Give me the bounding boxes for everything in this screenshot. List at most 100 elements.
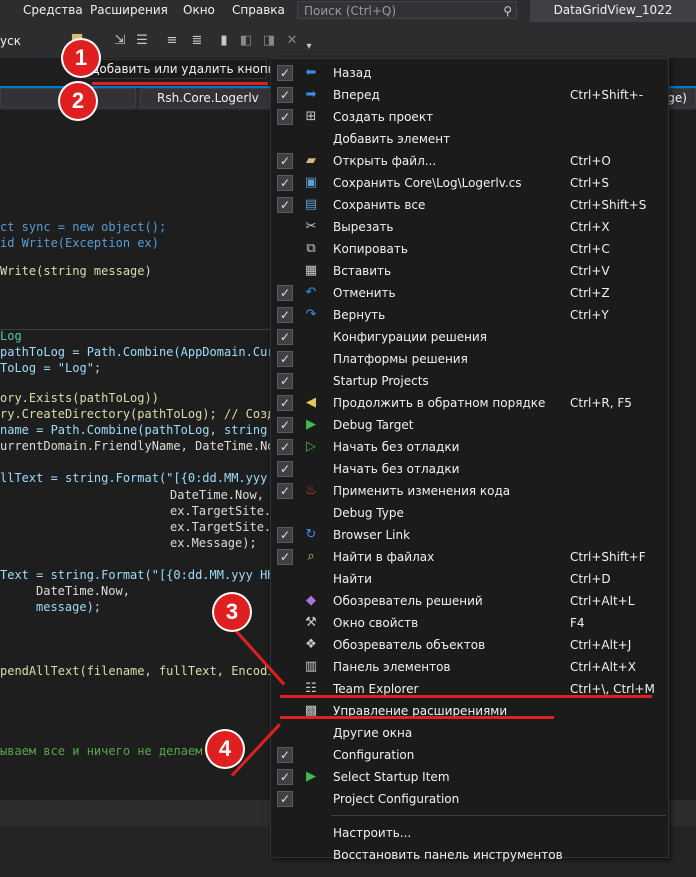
menu-item-label: Browser Link <box>333 528 411 542</box>
menu-item-label: Project Configuration <box>333 792 460 806</box>
checkbox-checked-icon[interactable]: ✓ <box>277 307 293 323</box>
bookmark-icon[interactable]: ▮ <box>217 34 231 48</box>
clear-bookmark-icon[interactable]: ✕ <box>285 34 299 48</box>
checkbox-checked-icon[interactable]: ✓ <box>277 395 293 411</box>
search-input[interactable]: Поиск (Ctrl+Q) ⚲ <box>297 1 517 19</box>
checkbox-checked-icon[interactable]: ✓ <box>277 373 293 389</box>
checkbox-checked-icon[interactable]: ✓ <box>277 109 293 125</box>
menu-item[interactable]: ⧉ Копировать Ctrl+C <box>271 238 668 260</box>
code-line: urrentDomain.FriendlyName, DateTime.Now <box>0 439 282 453</box>
menu-tools[interactable]: Средства <box>23 3 83 17</box>
menu-item[interactable]: ❖ Обозреватель объектов Ctrl+Alt+J <box>271 634 668 656</box>
menu-item[interactable]: ▦ Вставить Ctrl+V <box>271 260 668 282</box>
menu-item[interactable]: ✓ ➡ Вперед Ctrl+Shift+- <box>271 84 668 106</box>
menu-item[interactable]: ✓ ⊞ Создать проект <box>271 106 668 128</box>
code-line: message); <box>36 600 102 614</box>
menu-item[interactable]: ✓ ♨ Применить изменения кода <box>271 480 668 502</box>
menu-item-label: Платформы решения <box>333 352 468 366</box>
checkbox-checked-icon[interactable]: ✓ <box>277 769 293 785</box>
checkbox-checked-icon[interactable]: ✓ <box>277 747 293 763</box>
menu-item[interactable]: ✓ Configuration <box>271 744 668 766</box>
menu-item[interactable]: Добавить элемент <box>271 128 668 150</box>
menu-item[interactable]: ✓ Начать без отладки <box>271 458 668 480</box>
menu-item-label: Восстановить панель инструментов <box>333 848 563 862</box>
next-bookmark-icon[interactable]: ◨ <box>262 34 276 48</box>
checkbox-checked-icon[interactable]: ✓ <box>277 527 293 543</box>
uncomment-icon[interactable]: ≣ <box>190 34 204 48</box>
menu-item[interactable]: Другие окна <box>271 722 668 744</box>
prev-bookmark-icon[interactable]: ◧ <box>239 34 253 48</box>
menu-item[interactable]: ✓ ▰ Открыть файл... Ctrl+O <box>271 150 668 172</box>
checkbox-checked-icon[interactable]: ✓ <box>277 285 293 301</box>
menu-item-label: Startup Projects <box>333 374 429 388</box>
step-icon[interactable]: ⇲ <box>113 34 127 48</box>
menu-item-label: Найти в файлах <box>333 550 435 564</box>
checkbox-checked-icon[interactable]: ✓ <box>277 791 293 807</box>
menu-item[interactable]: ✓ Startup Projects <box>271 370 668 392</box>
menu-item[interactable]: ✓ ▤ Сохранить все Ctrl+Shift+S <box>271 194 668 216</box>
menu-item-label: Окно свойств <box>333 616 419 630</box>
checkbox-checked-icon[interactable]: ✓ <box>277 175 293 191</box>
checkbox-checked-icon[interactable]: ✓ <box>277 417 293 433</box>
annotation-badge-4: 4 <box>207 731 243 767</box>
menu-extensions[interactable]: Расширения <box>90 3 168 17</box>
menu-item-shortcut: Ctrl+Alt+X <box>570 660 636 674</box>
menu-item[interactable]: Найти Ctrl+D <box>271 568 668 590</box>
customize-menu-item[interactable]: Настроить... <box>271 822 668 844</box>
comment-icon[interactable]: ≡ <box>165 34 179 48</box>
menu-item[interactable]: ✂ Вырезать Ctrl+X <box>271 216 668 238</box>
toolbar-options-icon[interactable]: ▾ <box>302 40 316 54</box>
wrench-icon: ⚒ <box>305 615 317 630</box>
menu-item[interactable]: ✓ ▶ Select Startup Item <box>271 766 668 788</box>
menu-item-label: Обозреватель объектов <box>333 638 486 652</box>
run-button-label[interactable]: уск <box>0 34 21 48</box>
checkbox-checked-icon[interactable]: ✓ <box>277 461 293 477</box>
checkbox-checked-icon[interactable]: ✓ <box>277 65 293 81</box>
menu-item-label: Вырезать <box>333 220 394 234</box>
checkbox-checked-icon[interactable]: ✓ <box>277 197 293 213</box>
member-dropdown-value: Rsh.Core.Logerlv <box>157 91 259 105</box>
menu-item[interactable]: ✓ ▶ Debug Target <box>271 414 668 436</box>
checkbox-checked-icon[interactable]: ✓ <box>277 87 293 103</box>
menu-item-label: Вернуть <box>333 308 386 322</box>
menu-item-label: Сохранить Core\Log\Logerlv.cs <box>333 176 522 190</box>
checkbox-checked-icon[interactable]: ✓ <box>277 329 293 345</box>
menu-item[interactable]: ◆ Обозреватель решений Ctrl+Alt+L <box>271 590 668 612</box>
menu-window[interactable]: Окно <box>183 3 215 17</box>
menu-item-shortcut: Ctrl+O <box>570 154 611 168</box>
menu-item[interactable]: ✓ ◀ Продолжить в обратном порядке Ctrl+R, F… <box>271 392 668 414</box>
checkbox-checked-icon[interactable]: ✓ <box>277 549 293 565</box>
menu-item-label: Панель элементов <box>333 660 451 674</box>
code-line: ex.TargetSite.D <box>170 504 279 518</box>
play-outline-icon: ▷ <box>306 439 316 454</box>
menu-item[interactable]: ✓ Конфигурации решения <box>271 326 668 348</box>
menu-item[interactable]: ✓ Project Configuration <box>271 788 668 810</box>
code-line: Log <box>0 329 22 343</box>
menu-item[interactable]: ✓ ↻ Browser Link <box>271 524 668 546</box>
forward-arrow-icon: ➡ <box>305 87 317 102</box>
menu-item[interactable]: ✓ ▣ Сохранить Core\Log\Logerlv.cs Ctrl+S <box>271 172 668 194</box>
menu-item[interactable]: ⚒ Окно свойств F4 <box>271 612 668 634</box>
member-dropdown[interactable]: Rsh.Core.Logerlv <box>140 88 270 108</box>
menu-item[interactable]: ✓ ↷ Вернуть Ctrl+Y <box>271 304 668 326</box>
checkbox-checked-icon[interactable]: ✓ <box>277 351 293 367</box>
code-line: name = Path.Combine(pathToLog, string.F <box>0 423 282 437</box>
menu-help[interactable]: Справка <box>232 3 285 17</box>
menu-item[interactable]: ✓ ⌕ Найти в файлах Ctrl+Shift+F <box>271 546 668 568</box>
checkbox-checked-icon[interactable]: ✓ <box>277 153 293 169</box>
menu-item[interactable]: ✓ ▷ Начать без отладки <box>271 436 668 458</box>
checkbox-checked-icon[interactable]: ✓ <box>277 439 293 455</box>
menu-item[interactable]: ✓ ⬅ Назад <box>271 62 668 84</box>
code-line: id Write(Exception ex) <box>0 236 159 250</box>
object-browser-icon: ❖ <box>305 637 317 652</box>
menu-item[interactable]: ✓ ↶ Отменить Ctrl+Z <box>271 282 668 304</box>
menu-item[interactable]: ▥ Панель элементов Ctrl+Alt+X <box>271 656 668 678</box>
code-line: Text = string.Format("[{0:dd.MM.yyy HH <box>0 568 275 582</box>
redo-icon: ↷ <box>305 307 317 322</box>
menu-item[interactable]: ✓ Платформы решения <box>271 348 668 370</box>
reset-toolbar-menu-item[interactable]: Восстановить панель инструментов <box>271 844 668 866</box>
menu-item[interactable]: Debug Type <box>271 502 668 524</box>
checkbox-checked-icon[interactable]: ✓ <box>277 483 293 499</box>
indent-icon[interactable]: ☰ <box>135 34 149 48</box>
paste-icon: ▦ <box>304 263 318 278</box>
